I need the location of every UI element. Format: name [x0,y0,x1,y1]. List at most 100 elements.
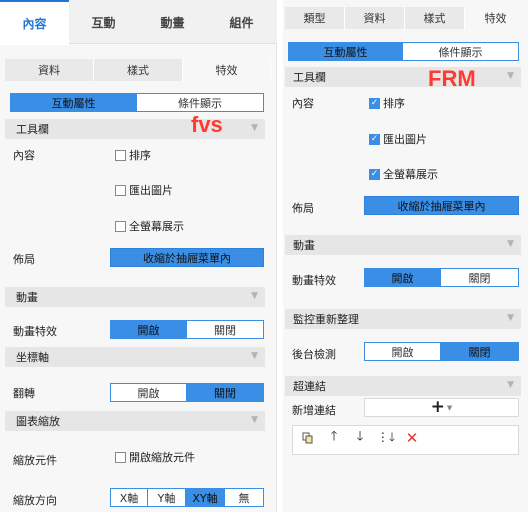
animation-off-button[interactable]: 關閉 [441,268,519,287]
section-chart-zoom[interactable]: 圖表縮放 ▼ [5,411,265,431]
background-check-label: 後台檢測 [292,348,336,361]
enable-zoom-checkbox[interactable]: 開啟縮放元件 [115,449,195,465]
sort-checkbox[interactable]: 排序 [115,147,151,163]
animation-effect-label: 動畫特效 [13,325,57,338]
flip-on-button[interactable]: 開啟 [110,383,187,402]
section-monitor-refresh[interactable]: 監控重新整理 ▼ [285,309,521,329]
move-down-icon[interactable]: 🡓 [347,429,373,447]
right-panel: 類型 資料 樣式 特效 互動屬性 條件顯示 工具欄 ▼ FRM 內容 ✓ 排序 … [283,0,528,512]
section-toolbar[interactable]: 工具欄 ▼ [5,119,265,139]
interaction-properties-button[interactable]: 互動屬性 [10,93,137,112]
conditional-display-button[interactable]: 條件顯示 [403,42,519,61]
check-on-button[interactable]: 開啟 [364,342,441,361]
delete-icon[interactable]: ✕ [399,429,425,447]
section-animation[interactable]: 動畫 ▼ [5,287,265,307]
section-title: 工具欄 [293,71,326,84]
animation-on-button[interactable]: 開啟 [364,268,441,287]
subtab-style[interactable]: 樣式 [94,59,183,81]
fullscreen-checkbox[interactable]: ✓ 全螢幕展示 [369,166,438,182]
direction-xy-button[interactable]: XY軸 [186,488,225,507]
check-off-button[interactable]: 關閉 [441,342,519,361]
checkbox-label: 全螢幕展示 [383,168,438,181]
section-title: 圖表縮放 [16,415,60,428]
checkbox-label: 排序 [383,97,405,110]
checkbox-box [115,149,126,161]
section-title: 動畫 [16,291,38,304]
chevron-down-icon: ▼ [251,351,258,361]
zoom-direction-toggle: X軸 Y軸 XY軸 無 [110,488,264,507]
direction-x-button[interactable]: X軸 [110,488,148,507]
export-image-checkbox[interactable]: ✓ 匯出圖片 [369,131,427,147]
section-toolbar[interactable]: 工具欄 ▼ [285,67,521,87]
add-link-label: 新增連結 [292,404,336,417]
link-list-toolbar: 🡑 🡓 ⋮🡓 ✕ [292,425,519,455]
interaction-properties-button[interactable]: 互動屬性 [288,42,403,61]
watermark-text: fvs [191,112,223,137]
flip-off-button[interactable]: 關閉 [187,383,264,402]
subtab-data[interactable]: 資料 [5,59,94,81]
section-hyperlink[interactable]: 超連結 ▼ [285,376,521,396]
sub-tabs: 資料 樣式 特效 [5,59,271,81]
animation-off-button[interactable]: 關閉 [187,320,264,339]
fullscreen-checkbox[interactable]: 全螢幕展示 [115,218,184,234]
sort-checkbox[interactable]: ✓ 排序 [369,95,405,111]
checkbox-box [115,220,126,232]
content-label: 內容 [292,97,314,110]
layout-select[interactable]: 收縮於抽屜菜單內 [110,248,264,267]
checkbox-label: 排序 [129,149,151,162]
animation-effect-label: 動畫特效 [292,274,336,287]
checkbox-box [115,184,126,196]
chevron-down-icon: ▼ [507,313,514,323]
section-title: 動畫 [293,239,315,252]
left-panel: 內容 互動 動畫 組件 資料 樣式 特效 互動屬性 條件顯示 工具欄 ▼ fvs… [0,0,277,512]
section-title: 監控重新整理 [293,313,359,326]
subtab-style[interactable]: 樣式 [405,7,465,29]
zoom-component-label: 縮放元件 [13,454,57,467]
animation-effect-toggle: 開啟 關閉 [364,268,519,287]
subtab-type[interactable]: 類型 [285,7,345,29]
move-to-bottom-icon[interactable]: ⋮🡓 [373,429,399,447]
chevron-down-icon: ▼ [251,415,258,425]
export-image-checkbox[interactable]: 匯出圖片 [115,182,173,198]
plus-icon: + [430,397,445,417]
subtab-effects[interactable]: 特效 [183,59,271,81]
zoom-direction-label: 縮放方向 [13,494,57,507]
chevron-down-icon: ▼ [507,71,514,81]
content-label: 內容 [13,149,35,162]
direction-y-button[interactable]: Y軸 [148,488,186,507]
background-check-toggle: 開啟 關閉 [364,342,519,361]
caret-down-icon: ▼ [446,403,453,412]
layout-label: 佈局 [292,202,314,215]
tab-content[interactable]: 內容 [0,0,69,45]
checkbox-label: 開啟縮放元件 [129,451,195,464]
copy-icon[interactable] [295,429,321,447]
layout-select[interactable]: 收縮於抽屜菜單內 [364,196,519,215]
tab-animation[interactable]: 動畫 [138,0,207,44]
mode-toggle: 互動屬性 條件顯示 [288,42,519,61]
section-axis[interactable]: 坐標軸 ▼ [5,347,265,367]
main-tabs: 內容 互動 動畫 組件 [0,0,277,45]
checkbox-label: 匯出圖片 [129,184,173,197]
add-link-dropdown[interactable]: + ▼ [364,398,519,417]
checkbox-label: 匯出圖片 [383,133,427,146]
subtab-effects[interactable]: 特效 [465,7,526,29]
sub-tabs: 類型 資料 樣式 特效 [285,7,526,29]
tab-components[interactable]: 組件 [207,0,276,44]
layout-label: 佈局 [13,253,35,266]
subtab-data[interactable]: 資料 [345,7,405,29]
conditional-display-button[interactable]: 條件顯示 [137,93,264,112]
animation-on-button[interactable]: 開啟 [110,320,187,339]
direction-none-button[interactable]: 無 [225,488,264,507]
animation-effect-toggle: 開啟 關閉 [110,320,264,339]
section-animation[interactable]: 動畫 ▼ [285,235,521,255]
section-title: 超連結 [293,380,326,393]
move-up-icon[interactable]: 🡑 [321,429,347,447]
checkbox-label: 全螢幕展示 [129,220,184,233]
section-title: 坐標軸 [16,351,49,364]
checkbox-box [115,451,126,463]
tab-interaction[interactable]: 互動 [69,0,138,44]
section-title: 工具欄 [16,123,49,136]
checkmark-icon: ✓ [369,168,380,180]
chevron-down-icon: ▼ [507,239,514,249]
chevron-down-icon: ▼ [251,291,258,301]
